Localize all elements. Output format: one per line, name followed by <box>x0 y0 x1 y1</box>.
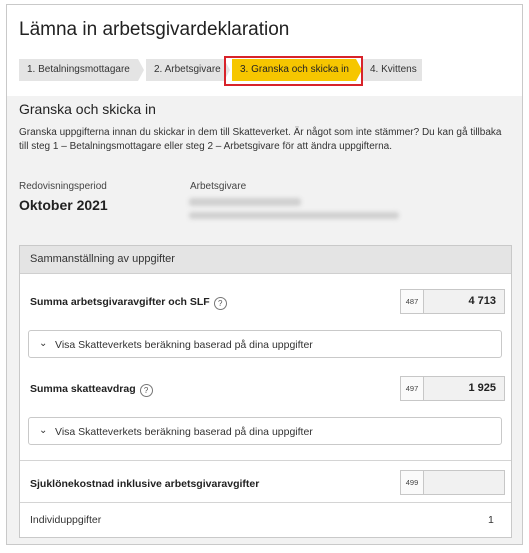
step-kvittens[interactable]: 4. Kvittens <box>362 59 422 81</box>
summary-header-label: Sammanställning av uppgifter <box>30 253 175 265</box>
employer-redacted <box>189 212 399 219</box>
employer-label: Arbetsgivare <box>190 181 247 192</box>
row-title-arbetsgivaravgifter: Summa arbetsgivaravgifter och SLF? <box>30 296 227 310</box>
chevron-down-icon: ⌄ <box>39 338 48 349</box>
section-heading: Granska och skicka in <box>19 101 156 117</box>
individ-label: Individuppgifter <box>30 514 102 526</box>
individ-count: 1 <box>488 514 494 526</box>
row-title-skatteavdrag: Summa skatteavdrag? <box>30 383 153 397</box>
field-code: 497 <box>401 377 424 400</box>
expander-berakning-avgifter[interactable]: ⌄ Visa Skatteverkets beräkning baserad p… <box>28 330 502 358</box>
help-icon[interactable]: ? <box>139 384 153 397</box>
step-betalningsmottagare[interactable]: 1. Betalningsmottagare <box>19 59 138 81</box>
chevron-down-icon: ⌄ <box>39 425 48 436</box>
main-frame: Lämna in arbetsgivardeklaration 1. Betal… <box>6 4 523 545</box>
step-label: 4. Kvittens <box>370 64 417 75</box>
page-title: Lämna in arbetsgivardeklaration <box>19 19 290 40</box>
field-code: 499 <box>401 471 424 494</box>
section-intro: Granska uppgifterna innan du skickar in … <box>19 127 502 152</box>
step-separator <box>138 59 144 81</box>
help-icon[interactable]: ? <box>213 297 227 310</box>
field-amount: 4 713 <box>468 295 496 307</box>
period-label: Redovisningsperiod <box>19 181 107 192</box>
period-value: Oktober 2021 <box>19 197 108 213</box>
summary-panel: Sammanställning av uppgifter Summa arbet… <box>19 245 512 538</box>
expander-label: Visa Skatteverkets beräkning baserad på … <box>55 339 313 351</box>
employer-redacted <box>189 198 301 206</box>
summary-header: Sammanställning av uppgifter <box>20 246 511 274</box>
highlight-box <box>224 56 363 86</box>
field-amount: 1 925 <box>468 382 496 394</box>
row-title-sjuklonekostnad: Sjuklönekostnad inklusive arbetsgivaravg… <box>30 478 260 490</box>
divider <box>20 460 511 461</box>
row-title-text: Summa skatteavdrag <box>30 383 136 395</box>
field-code: 487 <box>401 290 424 313</box>
expander-berakning-skatteavdrag[interactable]: ⌄ Visa Skatteverkets beräkning baserad p… <box>28 417 502 445</box>
row-title-text: Summa arbetsgivaravgifter och SLF <box>30 296 210 308</box>
step-label: 1. Betalningsmottagare <box>27 64 130 75</box>
step-label: 2. Arbetsgivare <box>154 64 221 75</box>
expander-label: Visa Skatteverkets beräkning baserad på … <box>55 426 313 438</box>
divider <box>20 502 511 503</box>
value-box-497: 497 1 925 <box>400 376 505 401</box>
value-box-499: 499 <box>400 470 505 495</box>
value-box-487: 487 4 713 <box>400 289 505 314</box>
step-arbetsgivare[interactable]: 2. Arbetsgivare <box>146 59 224 81</box>
